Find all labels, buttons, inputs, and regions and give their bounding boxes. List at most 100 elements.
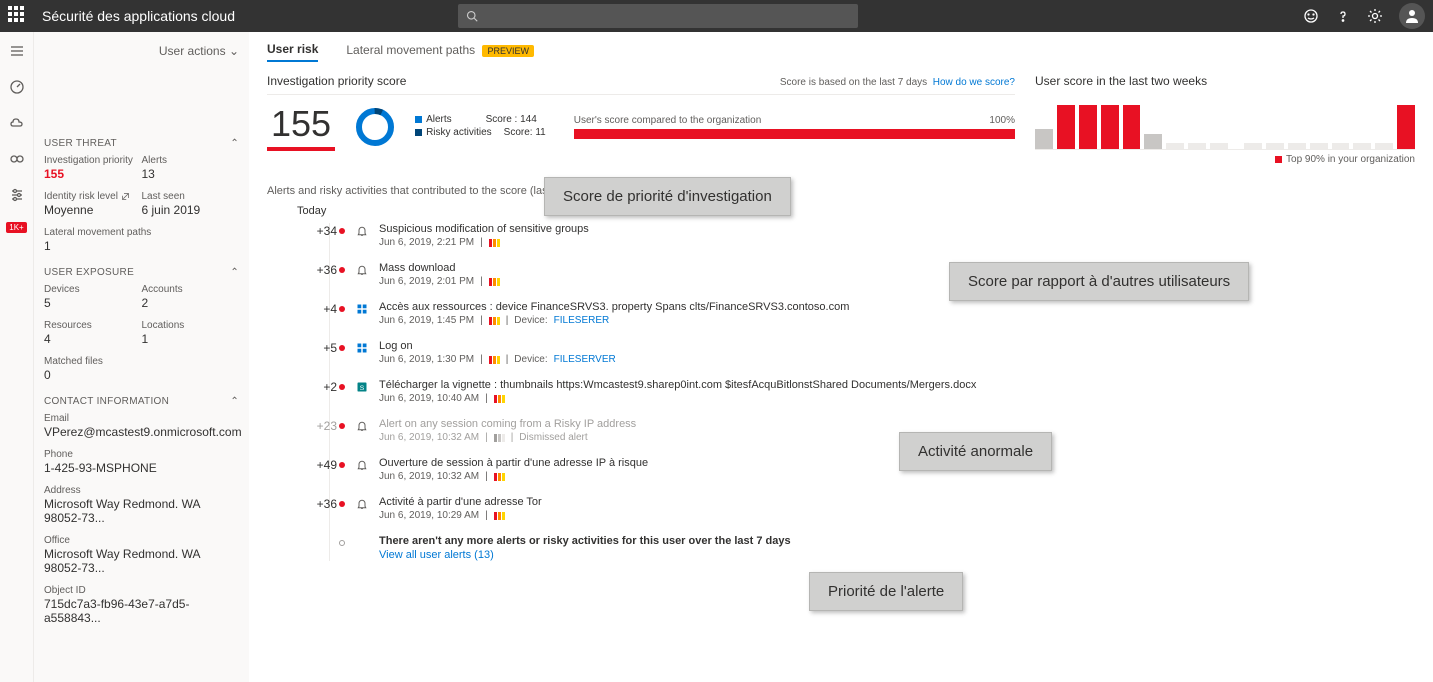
menu-icon[interactable]: [8, 42, 26, 60]
timeline-item-title: Log on: [379, 340, 616, 352]
user-score-card: User score in the last two weeks Top 90%…: [1035, 74, 1415, 165]
score-hint: Score is based on the last 7 days: [780, 77, 927, 88]
timeline-item-score: +36: [307, 262, 337, 277]
timeline-dot: [339, 345, 345, 351]
timeline-item-sub: Jun 6, 2019, 10:29 AM |: [379, 510, 542, 521]
timeline-item[interactable]: +4Accès aux ressources : device FinanceS…: [307, 301, 1415, 326]
timeline-item-title: Mass download: [379, 262, 500, 274]
timeline-dot: [339, 306, 345, 312]
timeline-dot: [339, 267, 345, 273]
timeline-dot: [339, 423, 345, 429]
timeline-item[interactable]: +2STélécharger la vignette : thumbnails …: [307, 379, 1415, 404]
lmp-value: 1: [44, 239, 239, 253]
timeline-end-text: There aren't any more alerts or risky ac…: [379, 535, 791, 547]
timeline-item[interactable]: +5Log onJun 6, 2019, 1:30 PM | | Device:…: [307, 340, 1415, 365]
timeline-item[interactable]: +23Alert on any session coming from a Ri…: [307, 418, 1415, 443]
compare-bar: [574, 129, 1015, 139]
tab-lateral-movement[interactable]: Lateral movement paths PREVIEW: [346, 43, 534, 61]
timeline-item-sub: Jun 6, 2019, 1:45 PM | | Device: FILESER…: [379, 315, 849, 326]
chevron-up-icon[interactable]: ⌃: [230, 138, 239, 149]
timeline-item[interactable]: +49Ouverture de session à partir d'une a…: [307, 457, 1415, 482]
timeline-item-title: Ouverture de session à partir d'une adre…: [379, 457, 648, 469]
alerts-label: Alerts: [142, 155, 240, 166]
timeline-end-link[interactable]: View all user alerts (13): [379, 549, 791, 561]
investigation-score-card: Investigation priority score Score is ba…: [267, 74, 1015, 151]
locations-label: Locations: [142, 320, 240, 331]
bars-legend: Top 90% in your organization: [1286, 154, 1415, 165]
address-value: Microsoft Way Redmond. WA 98052-73...: [44, 497, 239, 525]
last-seen-label: Last seen: [142, 191, 240, 202]
timeline-dot: [339, 384, 345, 390]
timeline-item-sub: Jun 6, 2019, 10:32 AM |: [379, 471, 648, 482]
timeline-item[interactable]: +34 Suspicious modification of sensitive …: [307, 223, 1415, 248]
investigation-priority-label: Investigation priority: [44, 155, 142, 166]
timeline-item-icon: [355, 458, 369, 472]
score-alerts-value: Score : 144: [486, 114, 537, 125]
cloud-icon[interactable]: [8, 114, 26, 132]
app-launcher-icon[interactable]: [8, 6, 28, 26]
control-icon[interactable]: [8, 186, 26, 204]
timeline-item-score: +23: [307, 418, 337, 433]
main-content: User risk Lateral movement paths PREVIEW…: [249, 32, 1433, 682]
section-user-exposure: USER EXPOSURE⌃: [44, 267, 239, 278]
timeline-dot: [339, 228, 345, 234]
chevron-up-icon[interactable]: ⌃: [230, 267, 239, 278]
alerts-badge[interactable]: 1K+: [6, 222, 26, 233]
top-bar-actions: [1303, 3, 1425, 29]
user-score-title: User score in the last two weeks: [1035, 74, 1207, 88]
timeline-item-icon: [355, 302, 369, 316]
investigation-score-title: Investigation priority score: [267, 74, 406, 88]
timeline-item-sub: Jun 6, 2019, 10:32 AM | | Dismissed aler…: [379, 432, 636, 443]
timeline-item-score: +5: [307, 340, 337, 355]
devices-value: 5: [44, 296, 142, 310]
devices-label: Devices: [44, 284, 142, 295]
office-label: Office: [44, 535, 239, 546]
timeline-end-dot: [339, 540, 345, 546]
tab-user-risk[interactable]: User risk: [267, 42, 318, 62]
settings-icon[interactable]: [1367, 8, 1383, 24]
device-link[interactable]: FILESERVER: [554, 354, 616, 365]
accounts-label: Accounts: [142, 284, 240, 295]
timeline-item-score: +2: [307, 379, 337, 394]
office-value: Microsoft Way Redmond. WA 98052-73...: [44, 547, 239, 575]
section-user-threat: USER THREAT⌃: [44, 138, 239, 149]
timeline-item-icon: [355, 497, 369, 511]
investigate-icon[interactable]: [8, 150, 26, 168]
timeline: Today +34Suspicious modification of sens…: [307, 205, 1415, 561]
timeline-item-title: Activité à partir d'une adresse Tor: [379, 496, 542, 508]
user-avatar[interactable]: [1399, 3, 1425, 29]
email-value[interactable]: VPerez@mcastest9.onmicrosoft.com: [44, 425, 239, 439]
chevron-up-icon[interactable]: ⌃: [230, 396, 239, 407]
global-search[interactable]: [458, 4, 858, 28]
dashboard-icon[interactable]: [8, 78, 26, 96]
accounts-value: 2: [142, 296, 240, 310]
preview-badge: PREVIEW: [482, 45, 534, 57]
score-risky-value: Score: 11: [504, 127, 546, 138]
resources-value: 4: [44, 332, 142, 346]
timeline-item-icon: [355, 419, 369, 433]
timeline-item-title: Suspicious modification of sensitive gro…: [379, 223, 589, 235]
phone-value: 1-425-93-MSPHONE: [44, 461, 239, 475]
tabs: User risk Lateral movement paths PREVIEW: [267, 42, 1415, 62]
feedback-icon[interactable]: [1303, 8, 1319, 24]
timeline-today: Today: [297, 205, 1415, 217]
timeline-item-score: +36: [307, 496, 337, 511]
help-icon[interactable]: [1335, 8, 1351, 24]
how-score-link[interactable]: How do we score?: [933, 77, 1015, 88]
investigation-priority-value: 155: [44, 167, 142, 181]
object-id-value: 715dc7a3-fb96-43e7-a7d5-a558843...: [44, 597, 239, 625]
timeline-item-title: Télécharger la vignette : thumbnails htt…: [379, 379, 976, 391]
timeline-end: There aren't any more alerts or risky ac…: [307, 535, 1415, 561]
user-actions-dropdown[interactable]: User actions ⌄: [44, 44, 239, 58]
callout-abnormal-activity: Activité anormale: [899, 432, 1052, 471]
timeline-item-score: +34: [307, 223, 337, 238]
shell: 1K+ User actions ⌄ USER THREAT⌃ Investig…: [0, 32, 1433, 682]
chevron-down-icon: ⌄: [229, 44, 239, 58]
device-link[interactable]: FILESERER: [554, 315, 610, 326]
matched-files-value: 0: [44, 368, 239, 382]
identity-risk-label: Identity risk level: [44, 191, 142, 202]
timeline-item[interactable]: +36 Activité à partir d'une adresse Tor Ju…: [307, 496, 1415, 521]
side-panel: User actions ⌄ USER THREAT⌃ Investigatio…: [34, 32, 249, 682]
timeline-item-score: +4: [307, 301, 337, 316]
app-title: Sécurité des applications cloud: [42, 8, 235, 24]
